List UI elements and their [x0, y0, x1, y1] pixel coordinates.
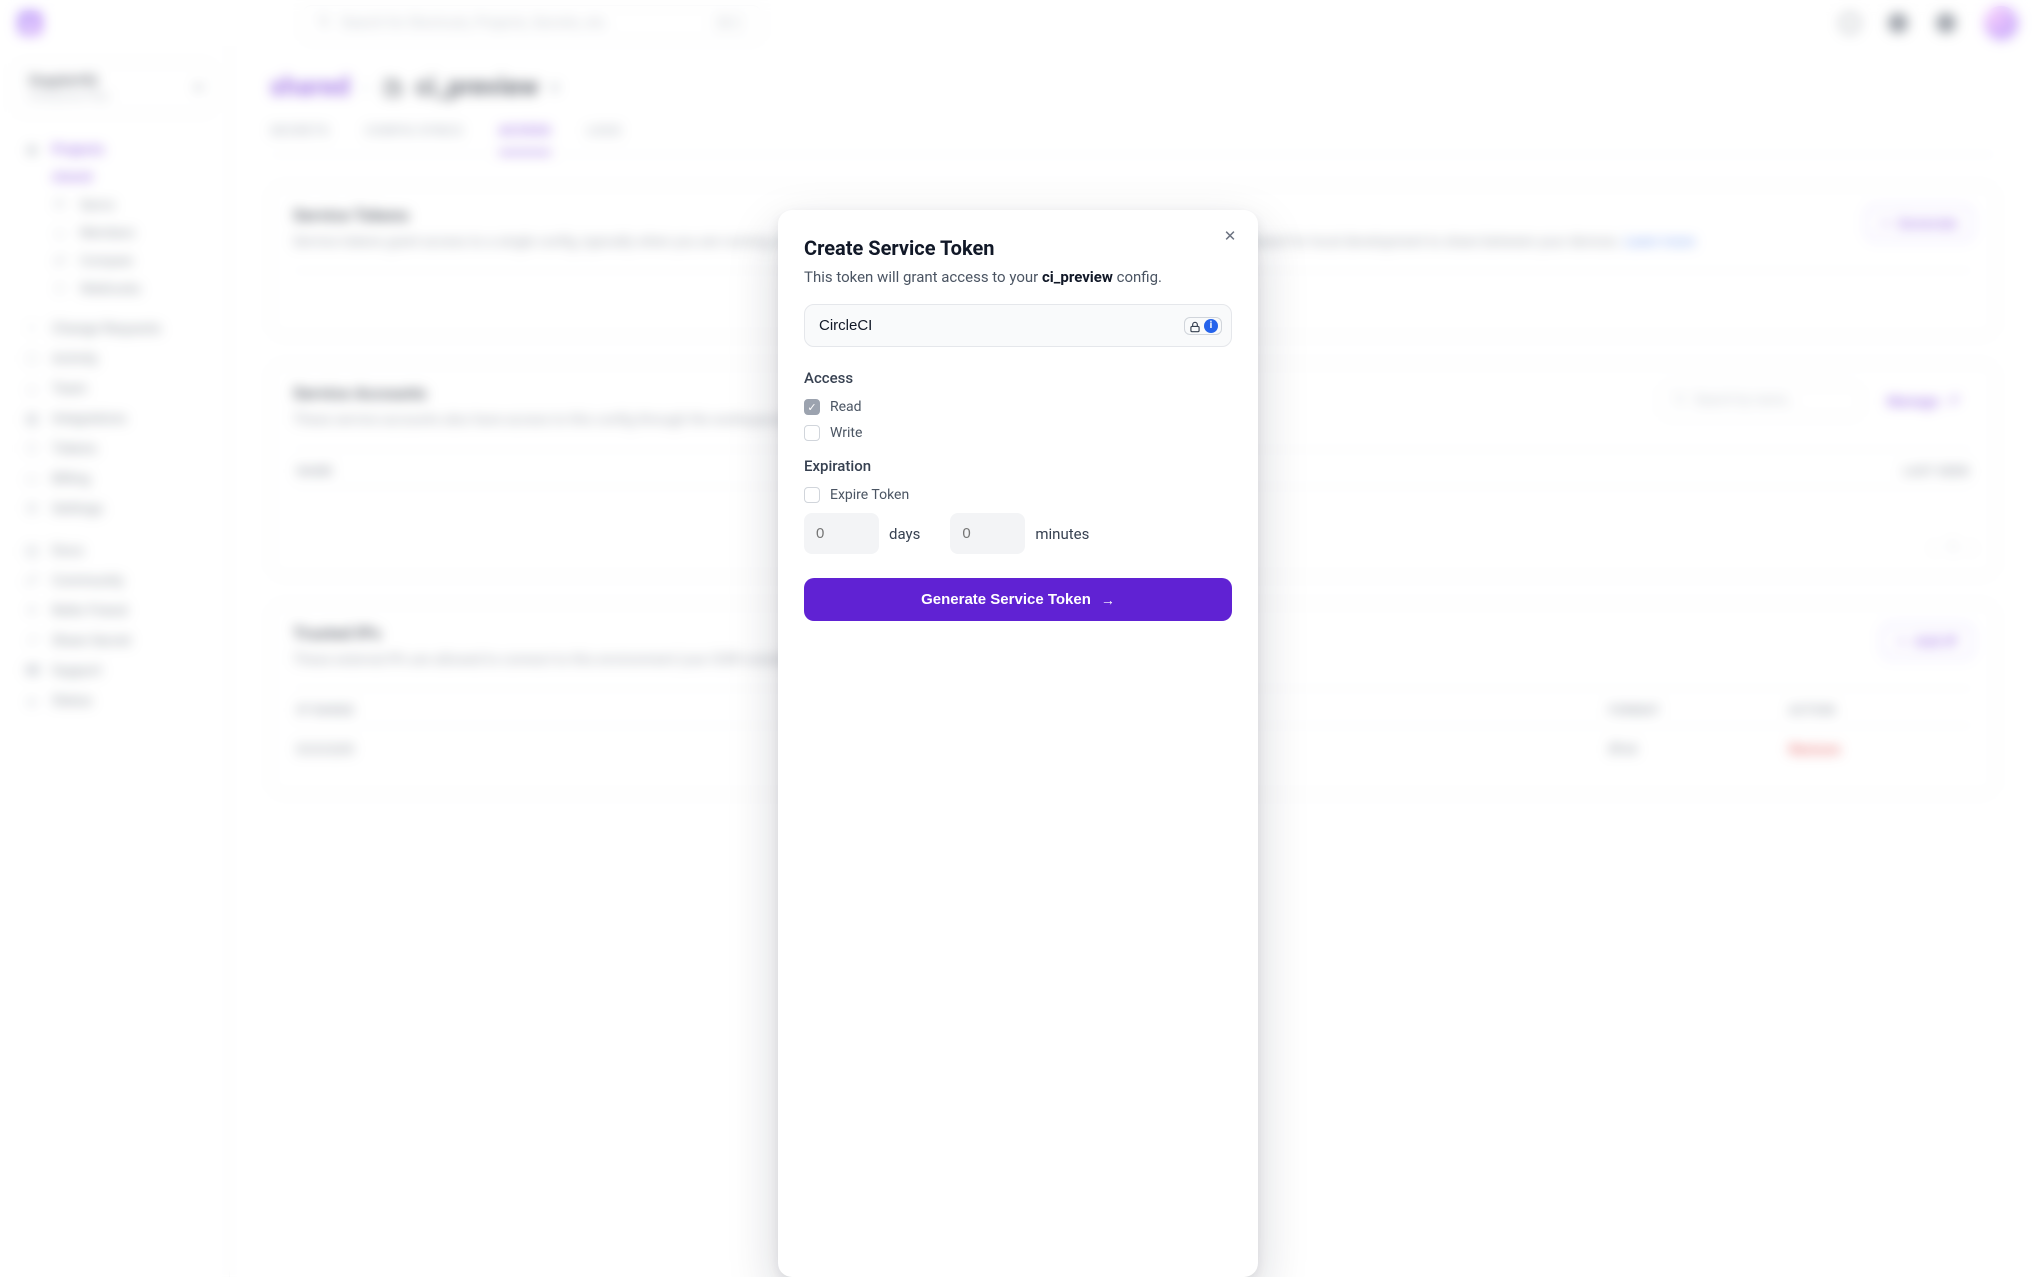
modal-backdrop[interactable]: ✕ Create Service Token This token will g… [0, 0, 2036, 1277]
button-label: Generate Service Token [921, 591, 1091, 608]
token-name-input[interactable] [804, 304, 1232, 347]
access-write-row[interactable]: Write [804, 425, 1232, 441]
lock-icon [1188, 319, 1202, 333]
checkbox-expire-label: Expire Token [830, 487, 909, 503]
arrow-right-icon: → [1101, 592, 1115, 608]
expiration-section-label: Expiration [804, 457, 1232, 475]
access-section-label: Access [804, 369, 1232, 387]
create-service-token-modal: ✕ Create Service Token This token will g… [778, 210, 1258, 1277]
expiration-inputs: days minutes [804, 513, 1232, 554]
checkbox-read[interactable] [804, 399, 820, 415]
expire-days-input[interactable] [804, 513, 879, 554]
days-unit-label: days [889, 525, 920, 543]
modal-subtitle: This token will grant access to your ci_… [804, 268, 1232, 286]
modal-title: Create Service Token [804, 236, 1232, 260]
checkbox-read-label: Read [830, 399, 862, 415]
minutes-unit-label: minutes [1035, 525, 1089, 543]
one-password-icon: i [1204, 319, 1218, 333]
access-read-row[interactable]: Read [804, 399, 1232, 415]
modal-config-name: ci_preview [1042, 268, 1113, 286]
token-name-field-wrap: i [804, 304, 1232, 347]
expire-token-row[interactable]: Expire Token [804, 487, 1232, 503]
close-icon: ✕ [1224, 227, 1237, 245]
close-button[interactable]: ✕ [1218, 224, 1242, 248]
generate-service-token-button[interactable]: Generate Service Token → [804, 578, 1232, 621]
password-manager-icon[interactable]: i [1184, 317, 1222, 335]
checkbox-expire[interactable] [804, 487, 820, 503]
checkbox-write-label: Write [830, 425, 862, 441]
checkbox-write[interactable] [804, 425, 820, 441]
expire-minutes-input[interactable] [950, 513, 1025, 554]
